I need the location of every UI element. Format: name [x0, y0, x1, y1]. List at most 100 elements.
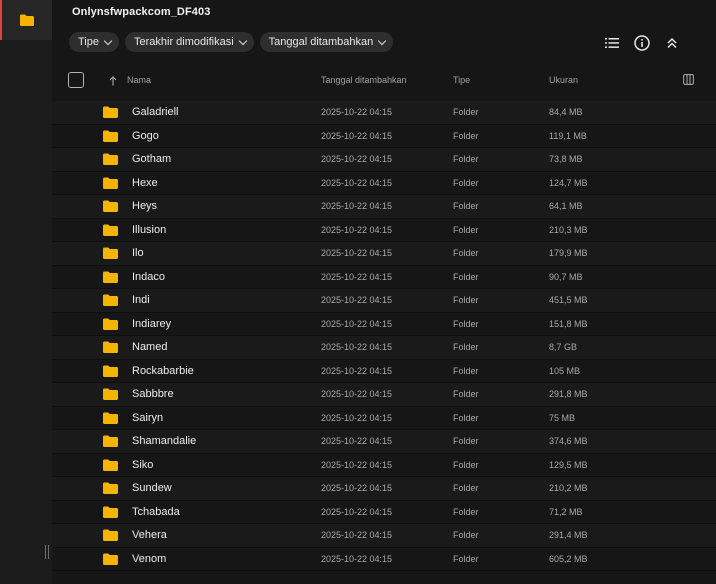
filter-type[interactable]: Tipe — [69, 32, 119, 52]
filter-last-modified[interactable]: Terakhir dimodifikasi — [125, 32, 254, 52]
file-name: Venom — [132, 552, 167, 565]
file-type: Folder — [453, 224, 479, 235]
file-name: Named — [132, 341, 168, 353]
file-type: Folder — [453, 177, 479, 188]
toolbar — [596, 32, 716, 54]
file-size: 451,5 MB — [549, 295, 588, 305]
table-row[interactable]: Siko 2025-10-22 04:15 Folder 129,5 MB — [52, 454, 716, 477]
resize-handle[interactable] — [45, 545, 51, 559]
file-size: 8,7 GB — [549, 342, 578, 352]
file-type: Folder — [453, 295, 479, 305]
sidebar-item-files[interactable] — [0, 0, 52, 40]
table-header: Nama Tanggal ditambahkan Tipe Ukuran — [52, 68, 716, 94]
filter-last-modified-label: Terakhir dimodifikasi — [134, 36, 234, 48]
file-size: 129,5 MB — [549, 459, 588, 470]
file-size: 151,8 MB — [549, 318, 588, 329]
main-panel: Onlynsfwpackcom_DF403 Tipe Terakhir dimo… — [52, 0, 716, 584]
table-row[interactable]: Sairyn 2025-10-22 04:15 Folder 75 MB — [52, 407, 716, 430]
folder-icon — [103, 200, 118, 212]
filter-date-added[interactable]: Tanggal ditambahkan — [259, 32, 394, 52]
file-type: Folder — [453, 459, 479, 470]
table-row[interactable]: Shamandalie 2025-10-22 04:15 Folder 374,6 M… — [52, 430, 716, 454]
filter-bar: Tipe Terakhir dimodifikasi Tanggal ditam… — [69, 32, 394, 52]
list-view-icon[interactable] — [601, 32, 623, 54]
sidebar — [0, 0, 52, 584]
column-type[interactable]: Tipe — [453, 75, 470, 85]
file-size: 75 MB — [549, 412, 576, 423]
page-title: Onlynsfwpackcom_DF403 — [72, 6, 211, 18]
file-size: 291,8 MB — [549, 389, 588, 399]
file-type: Folder — [453, 248, 479, 258]
file-name: Vehera — [132, 529, 167, 541]
file-type: Folder — [453, 412, 479, 423]
file-type: Folder — [453, 130, 479, 141]
folder-icon — [103, 294, 118, 306]
table-row[interactable]: Heys 2025-10-22 04:15 Folder 64,1 MB — [52, 195, 716, 219]
file-date-added: 2025-10-22 04:15 — [321, 318, 393, 329]
columns-icon[interactable] — [683, 74, 694, 85]
folder-icon — [103, 553, 118, 565]
file-type: Folder — [453, 271, 479, 282]
file-size: 210,3 MB — [549, 224, 588, 235]
info-icon[interactable] — [631, 32, 653, 54]
filter-type-label: Tipe — [78, 36, 99, 48]
file-type: Folder — [453, 483, 479, 493]
file-size: 73,8 MB — [549, 154, 583, 164]
file-type: Folder — [453, 201, 479, 211]
table-row[interactable]: Ilo 2025-10-22 04:15 Folder 179,9 MB — [52, 242, 716, 266]
table-row[interactable]: Galadriell 2025-10-22 04:15 Folder 84,4 MB — [52, 101, 716, 125]
file-date-added: 2025-10-22 04:15 — [321, 553, 393, 564]
table-row[interactable]: Tchabada 2025-10-22 04:15 Folder 71,2 MB — [52, 501, 716, 524]
sort-ascending-icon[interactable] — [109, 76, 117, 86]
collapse-icon[interactable] — [661, 32, 683, 54]
file-type: Folder — [453, 553, 479, 564]
file-name: Indaco — [132, 270, 166, 283]
table-row[interactable]: Venom 2025-10-22 04:15 Folder 605,2 MB — [52, 548, 716, 571]
file-name: Sabbbre — [132, 388, 174, 400]
file-type: Folder — [453, 154, 479, 164]
folder-icon — [103, 247, 118, 259]
file-name: Galadriell — [132, 106, 179, 118]
folder-icon — [103, 224, 118, 236]
file-type: Folder — [453, 506, 479, 517]
table-row[interactable]: Gogo 2025-10-22 04:15 Folder 119,1 MB — [52, 125, 716, 148]
file-name: Rockabarbie — [132, 364, 194, 377]
table-row[interactable]: Illusion 2025-10-22 04:15 Folder 210,3 MB — [52, 219, 716, 242]
file-size: 210,2 MB — [549, 483, 588, 493]
file-name: Indi — [132, 294, 150, 306]
file-type: Folder — [453, 530, 479, 540]
table-row[interactable]: Sabbbre 2025-10-22 04:15 Folder 291,8 MB — [52, 383, 716, 407]
table-row[interactable]: Rockabarbie 2025-10-22 04:15 Folder 105 MB — [52, 360, 716, 383]
file-type: Folder — [453, 365, 479, 376]
folder-icon — [103, 318, 118, 330]
file-date-added: 2025-10-22 04:15 — [321, 107, 393, 117]
folder-icon — [103, 482, 118, 494]
table-row[interactable]: Indaco 2025-10-22 04:15 Folder 90,7 MB — [52, 266, 716, 289]
folder-icon — [103, 130, 118, 142]
file-size: 291,4 MB — [549, 530, 588, 540]
folder-icon — [103, 412, 118, 424]
table-row[interactable]: Sundew 2025-10-22 04:15 Folder 210,2 MB — [52, 477, 716, 501]
file-date-added: 2025-10-22 04:15 — [321, 154, 393, 164]
file-size: 105 MB — [549, 365, 581, 376]
file-date-added: 2025-10-22 04:15 — [321, 295, 393, 305]
column-name[interactable]: Nama — [127, 75, 151, 85]
column-date-added[interactable]: Tanggal ditambahkan — [321, 75, 407, 85]
file-list: Galadriell 2025-10-22 04:15 Folder 84,4 MB G… — [52, 101, 716, 571]
table-row[interactable]: Gotham 2025-10-22 04:15 Folder 73,8 MB — [52, 148, 716, 172]
file-name: Indiarey — [132, 317, 172, 330]
file-date-added: 2025-10-22 04:15 — [321, 177, 393, 188]
table-row[interactable]: Hexe 2025-10-22 04:15 Folder 124,7 MB — [52, 172, 716, 195]
file-date-added: 2025-10-22 04:15 — [321, 506, 393, 517]
file-name: Siko — [132, 458, 154, 471]
file-name: Sairyn — [132, 411, 164, 424]
file-date-added: 2025-10-22 04:15 — [321, 365, 393, 376]
folder-icon — [103, 365, 118, 377]
table-row[interactable]: Vehera 2025-10-22 04:15 Folder 291,4 MB — [52, 524, 716, 548]
table-row[interactable]: Named 2025-10-22 04:15 Folder 8,7 GB — [52, 336, 716, 360]
file-size: 119,1 MB — [549, 130, 587, 141]
table-row[interactable]: Indiarey 2025-10-22 04:15 Folder 151,8 MB — [52, 313, 716, 336]
column-size[interactable]: Ukuran — [549, 75, 578, 85]
select-all-checkbox[interactable] — [68, 72, 84, 88]
table-row[interactable]: Indi 2025-10-22 04:15 Folder 451,5 MB — [52, 289, 716, 313]
